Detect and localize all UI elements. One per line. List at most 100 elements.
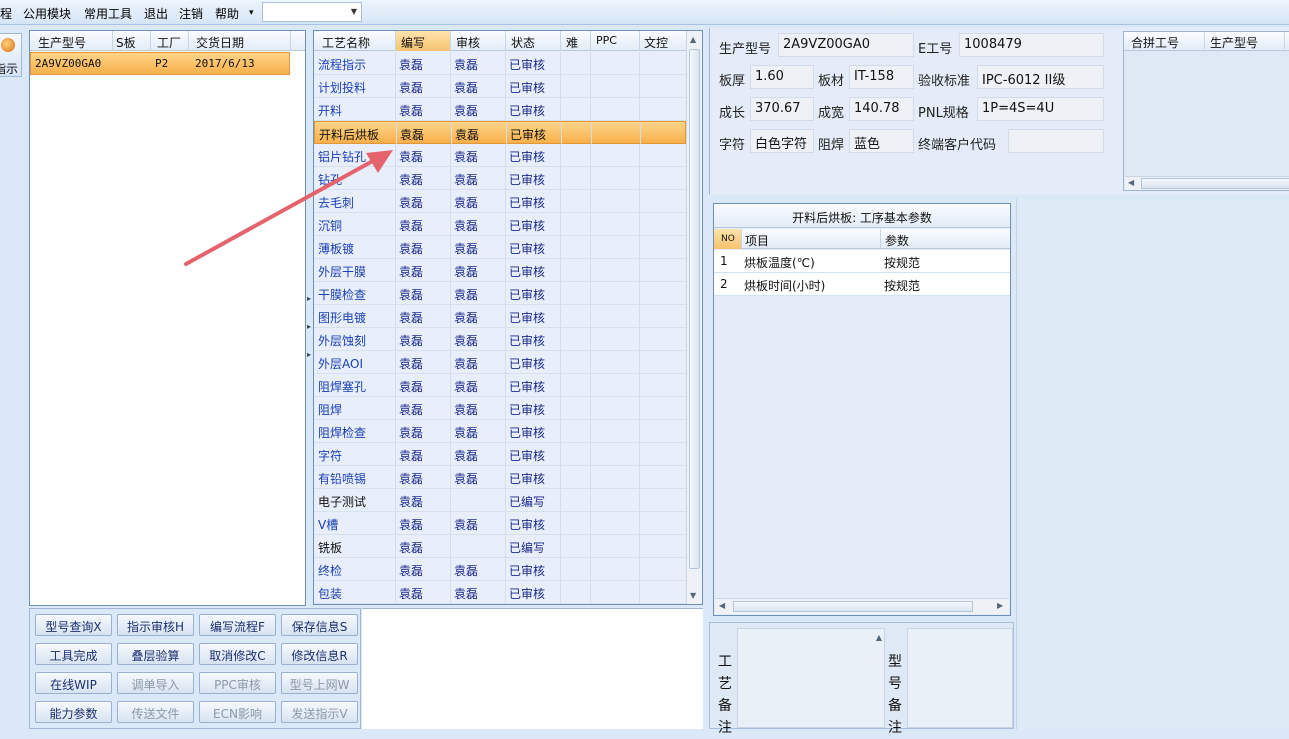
chevron-down-icon[interactable]: ▾ xyxy=(249,8,254,18)
col-item[interactable]: 项目 xyxy=(745,232,769,249)
action-button[interactable]: 在线WIP xyxy=(35,672,112,694)
pnl-field[interactable]: 1P=4S=4U xyxy=(977,97,1104,121)
process-status: 已审核 xyxy=(509,81,546,95)
col-reviewer[interactable]: 审核 xyxy=(456,34,480,51)
table-row[interactable]: 终检 袁磊 袁磊 已审核 xyxy=(314,558,686,581)
action-button[interactable]: 指示审核H xyxy=(117,614,194,636)
action-button[interactable]: 工具完成 xyxy=(35,643,112,665)
menu-common-modules[interactable]: 公用模块 xyxy=(23,5,71,22)
process-name: 电子测试 xyxy=(318,495,367,509)
length-field[interactable]: 370.67 xyxy=(750,97,814,121)
col-writer[interactable]: 编写 xyxy=(401,34,425,51)
col-process-name[interactable]: 工艺名称 xyxy=(322,34,370,51)
process-name: 干膜检查 xyxy=(318,288,367,302)
scroll-thumb[interactable] xyxy=(1141,178,1289,189)
legend-field[interactable]: 白色字符 xyxy=(750,129,814,153)
table-row[interactable]: 阻焊 袁磊 袁磊 已审核 xyxy=(314,397,686,420)
process-status: 已审核 xyxy=(509,587,546,601)
params-hscroll[interactable]: ◀ ▶ xyxy=(715,598,1009,614)
soldermask-field[interactable]: 蓝色 xyxy=(849,129,914,153)
model-field[interactable]: 2A9VZ00GA0 xyxy=(778,33,914,57)
col-combine-no[interactable]: 合拼工号 xyxy=(1131,34,1179,51)
process-scrollbar[interactable]: ▲ ▼ xyxy=(686,31,702,604)
combine-hscroll[interactable]: ◀ xyxy=(1125,176,1289,190)
process-name: 字符 xyxy=(318,449,343,463)
process-name: 外层蚀刻 xyxy=(318,334,367,348)
instruction-button[interactable]: 指示 xyxy=(0,33,22,77)
col-no[interactable]: NO xyxy=(721,234,735,244)
col-difficulty[interactable]: 难 xyxy=(566,34,578,51)
scroll-up-icon[interactable]: ▲ xyxy=(876,633,882,642)
action-button[interactable]: 型号查询X xyxy=(35,614,112,636)
table-row[interactable]: 铣板 袁磊 已编写 xyxy=(314,535,686,558)
scroll-left-icon[interactable]: ◀ xyxy=(1128,178,1134,187)
table-row[interactable]: 流程指示 袁磊 袁磊 已审核 xyxy=(314,52,686,75)
col-value[interactable]: 参数 xyxy=(885,232,909,249)
table-row[interactable]: 电子测试 袁磊 已编写 xyxy=(314,489,686,512)
process-name: 阻焊检查 xyxy=(318,426,367,440)
col-ppc[interactable]: PPC xyxy=(596,34,617,47)
process-reviewer: 袁磊 xyxy=(454,265,479,279)
process-name: 开料 xyxy=(318,104,343,118)
action-button[interactable]: 编写流程F xyxy=(199,614,276,636)
action-button[interactable]: 保存信息S xyxy=(281,614,358,636)
table-row[interactable]: 开料 袁磊 袁磊 已审核 xyxy=(314,98,686,121)
toolbar-combo[interactable]: ▼ xyxy=(262,2,362,22)
action-button[interactable]: 能力参数 xyxy=(35,701,112,723)
process-writer: 袁磊 xyxy=(399,426,424,440)
scroll-thumb[interactable] xyxy=(733,601,973,612)
table-row[interactable]: V槽 袁磊 袁磊 已审核 xyxy=(314,512,686,535)
action-button[interactable]: 取消修改C xyxy=(199,643,276,665)
standard-field[interactable]: IPC-6012 II级 xyxy=(977,65,1104,89)
table-row[interactable]: 2 烘板时间(小时) 按规范 xyxy=(714,273,1010,296)
param-no: 1 xyxy=(720,254,728,268)
col-doc-control[interactable]: 文控 xyxy=(644,34,668,51)
menu-logout[interactable]: 注销 xyxy=(179,5,203,22)
col-s-board[interactable]: S板 xyxy=(116,34,136,51)
table-row[interactable]: 1 烘板温度(℃) 按规范 xyxy=(714,250,1010,273)
table-row[interactable]: 有铅喷锡 袁磊 袁磊 已审核 xyxy=(314,466,686,489)
table-row[interactable]: 外层AOI 袁磊 袁磊 已审核 xyxy=(314,351,686,374)
process-reviewer: 袁磊 xyxy=(454,334,479,348)
customer-code-field[interactable] xyxy=(1008,129,1104,153)
menu-exit[interactable]: 退出 xyxy=(144,5,168,22)
table-row[interactable]: 2A9VZ00GA0 P2 2017/6/13 xyxy=(30,52,290,75)
scroll-up-icon[interactable]: ▲ xyxy=(690,35,696,44)
menu-help[interactable]: 帮助 xyxy=(215,5,239,22)
scroll-thumb[interactable] xyxy=(689,49,700,569)
table-row[interactable]: 阻焊塞孔 袁磊 袁磊 已审核 xyxy=(314,374,686,397)
process-status: 已审核 xyxy=(509,104,546,118)
table-row[interactable]: 阻焊检查 袁磊 袁磊 已审核 xyxy=(314,420,686,443)
menu-process[interactable]: 程 xyxy=(0,5,12,22)
col-factory[interactable]: 工厂 xyxy=(157,34,181,51)
process-name: 计划投料 xyxy=(318,81,367,95)
action-button[interactable]: 叠层验算 xyxy=(117,643,194,665)
material-field[interactable]: IT-158 xyxy=(849,65,914,89)
col-delivery-date[interactable]: 交货日期 xyxy=(196,34,244,51)
process-name: 铣板 xyxy=(318,541,343,555)
col-combine-model[interactable]: 生产型号 xyxy=(1210,34,1258,51)
col-model[interactable]: 生产型号 xyxy=(38,34,86,51)
chevron-down-icon[interactable]: ▼ xyxy=(351,7,357,16)
table-row[interactable]: 图形电镀 袁磊 袁磊 已审核 xyxy=(314,305,686,328)
splitter-arrows[interactable]: ▸ ▸ ▸ xyxy=(307,285,311,369)
width-field[interactable]: 140.78 xyxy=(849,97,914,121)
table-row[interactable]: 计划投料 袁磊 袁磊 已审核 xyxy=(314,75,686,98)
scroll-down-icon[interactable]: ▼ xyxy=(690,591,696,600)
menu-tools[interactable]: 常用工具 xyxy=(84,5,132,22)
col-status[interactable]: 状态 xyxy=(511,34,535,51)
action-button[interactable]: 修改信息R xyxy=(281,643,358,665)
process-status: 已审核 xyxy=(509,311,546,325)
table-row[interactable]: 字符 袁磊 袁磊 已审核 xyxy=(314,443,686,466)
orders-header: 生产型号 S板 工厂 交货日期 xyxy=(30,31,305,51)
table-row[interactable]: 包装 袁磊 袁磊 已审核 xyxy=(314,581,686,604)
e-number-field[interactable]: 1008479 xyxy=(959,33,1104,57)
scroll-right-icon[interactable]: ▶ xyxy=(997,601,1003,610)
table-row[interactable]: 干膜检查 袁磊 袁磊 已审核 xyxy=(314,282,686,305)
table-row[interactable]: 外层蚀刻 袁磊 袁磊 已审核 xyxy=(314,328,686,351)
process-status: 已审核 xyxy=(509,403,546,417)
thickness-field[interactable]: 1.60 xyxy=(750,65,814,89)
model-note-field[interactable] xyxy=(907,628,1013,728)
craft-note-field[interactable]: ▲ xyxy=(737,628,885,728)
scroll-left-icon[interactable]: ◀ xyxy=(719,601,725,610)
